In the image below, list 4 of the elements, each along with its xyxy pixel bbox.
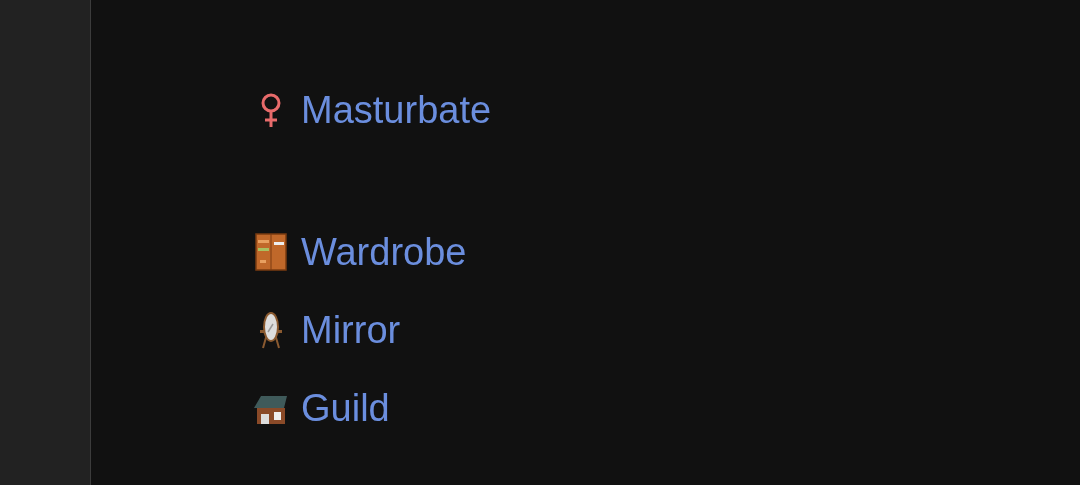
action-link[interactable]: Wardrobe (301, 233, 467, 271)
action-link[interactable]: Guild (301, 389, 390, 427)
action-link[interactable]: Masturbate (301, 91, 492, 129)
action-link[interactable]: Mirror (301, 311, 401, 349)
